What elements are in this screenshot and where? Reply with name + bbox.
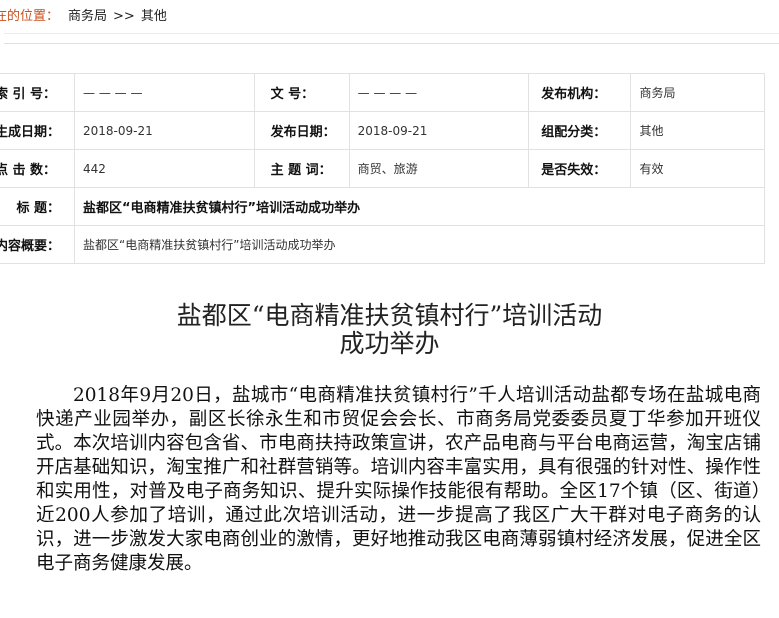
meta-row: 生成日期： 2018-09-21 发布日期： 2018-09-21 组配分类： … (0, 111, 765, 150)
meta-row: 内容概要： 盐都区“电商精准扶贫镇村行”培训活动成功举办 (0, 225, 765, 264)
article-title-line: 成功举办 (339, 329, 440, 358)
article-body: 2018年9月20日，盐城市“电商精准扶贫镇村行”千人培训活动盐都专场在盐城电商… (36, 385, 761, 574)
article-title: 盐都区“电商精准扶贫镇村行”培训活动 成功举办 (0, 302, 779, 358)
keywords-label: 主 题 词： (253, 149, 350, 188)
breadcrumb-separator: >> (113, 9, 135, 24)
summary-label: 内容概要： (0, 225, 76, 264)
title-label: 标 题： (0, 187, 76, 226)
created-date-value: 2018-09-21 (74, 111, 255, 150)
breadcrumb-link-commerce-bureau[interactable]: 商务局 (68, 9, 107, 24)
publisher-value: 商务局 (630, 73, 765, 112)
category-label: 组配分类： (528, 111, 632, 150)
category-value: 其他 (630, 111, 765, 150)
keywords-value: 商贸、旅游 (348, 149, 530, 188)
index-number-value: — — — — (74, 73, 255, 112)
click-count-label: 点 击 数： (0, 149, 76, 188)
expired-label: 是否失效： (528, 149, 632, 188)
publish-date-value: 2018-09-21 (348, 111, 530, 150)
breadcrumb: 在的位置： 商务局 >> 其他 (0, 0, 779, 33)
meta-row: 索 引 号： — — — — 文 号： — — — — 发布机构： 商务局 (0, 73, 765, 112)
divider (4, 33, 779, 34)
breadcrumb-link-other[interactable]: 其他 (141, 9, 167, 24)
breadcrumb-label: 在的位置： (0, 9, 60, 24)
click-count-value: 442 (74, 149, 255, 188)
divider (4, 43, 779, 44)
meta-row: 标 题： 盐都区“电商精准扶贫镇村行”培训活动成功举办 (0, 187, 765, 226)
created-date-label: 生成日期： (0, 111, 76, 150)
publish-date-label: 发布日期： (253, 111, 350, 150)
meta-row: 点 击 数： 442 主 题 词： 商贸、旅游 是否失效： 有效 (0, 149, 765, 188)
document-meta-table: 索 引 号： — — — — 文 号： — — — — 发布机构： 商务局 生成… (0, 73, 765, 264)
article-title-line: 盐都区“电商精准扶贫镇村行”培训活动 (176, 301, 603, 330)
document-number-value: — — — — (348, 73, 530, 112)
publisher-label: 发布机构： (528, 73, 632, 112)
index-number-label: 索 引 号： (0, 73, 76, 112)
expired-value: 有效 (630, 149, 765, 188)
document-number-label: 文 号： (253, 73, 350, 112)
title-value: 盐都区“电商精准扶贫镇村行”培训活动成功举办 (74, 187, 765, 226)
summary-value: 盐都区“电商精准扶贫镇村行”培训活动成功举办 (74, 225, 765, 264)
